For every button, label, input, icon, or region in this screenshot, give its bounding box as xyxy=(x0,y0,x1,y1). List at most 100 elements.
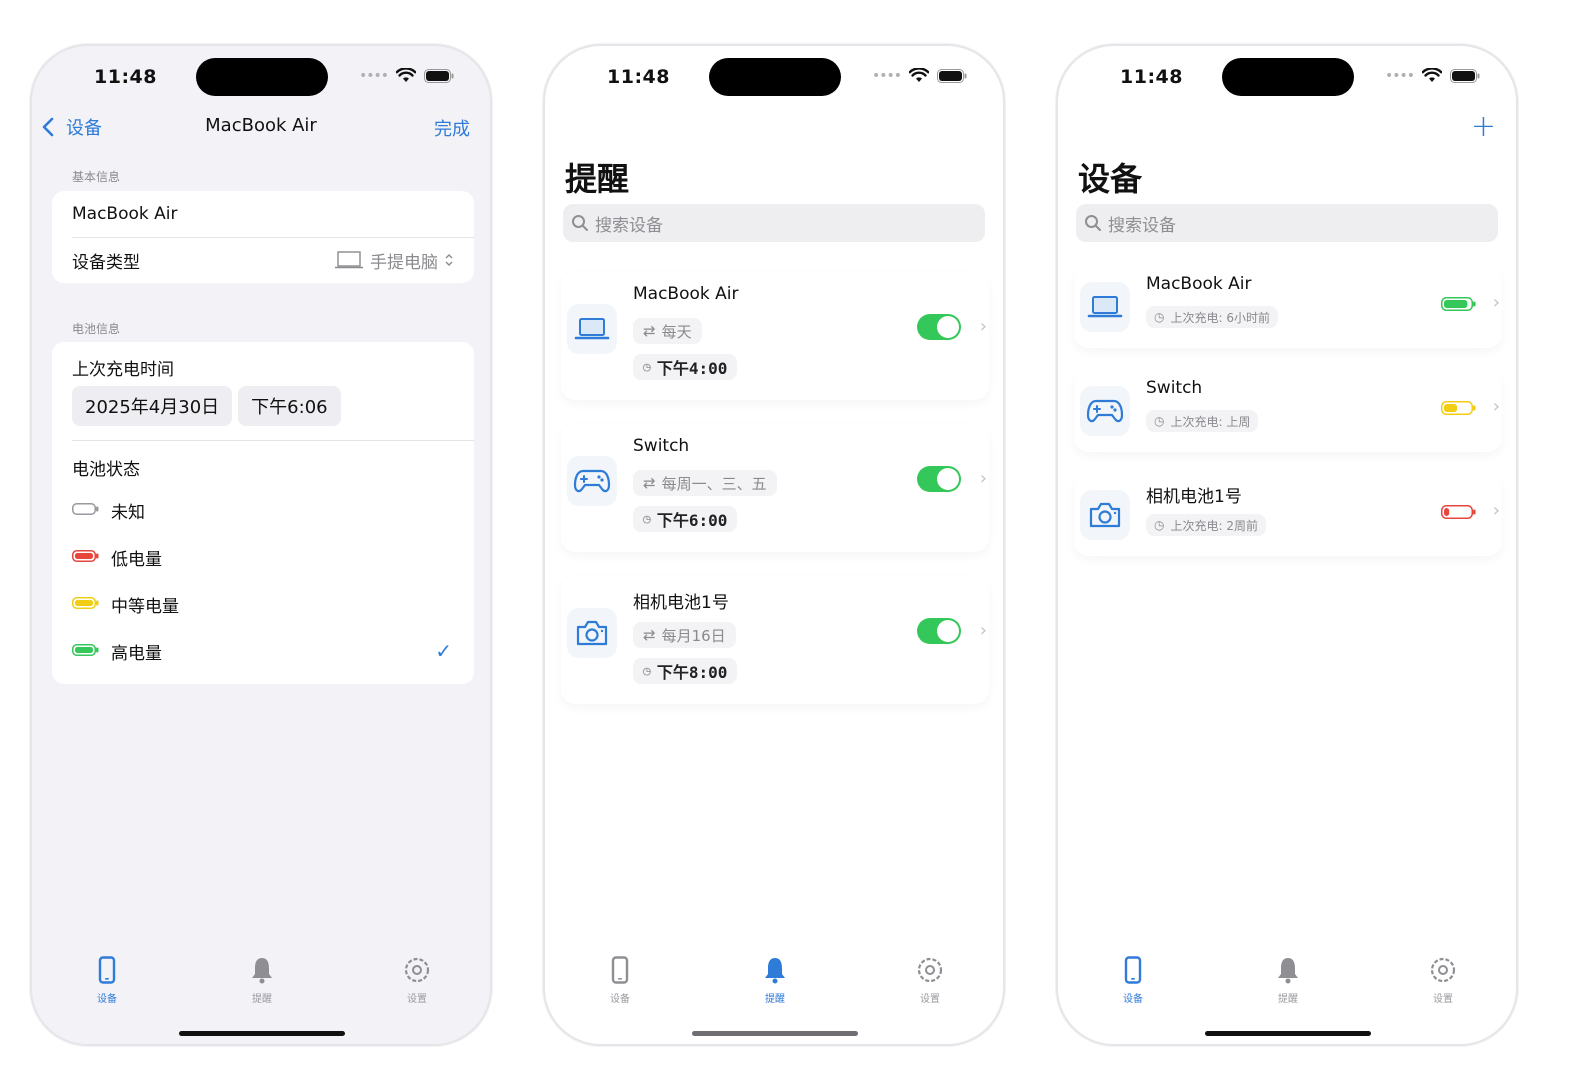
battery-status-icon xyxy=(424,68,454,83)
status-time: 11:48 xyxy=(1120,66,1183,88)
reminder-item[interactable]: Switch ⇄ 每周一、三、五 ◷ 下午6:00 › xyxy=(561,424,989,552)
page-title: 设备 xyxy=(1078,160,1143,198)
gear-icon xyxy=(917,957,943,983)
battery-level-icon xyxy=(1441,504,1476,523)
tab-reminders[interactable]: 提醒 xyxy=(232,956,292,1005)
device-name: MacBook Air xyxy=(1146,274,1252,294)
tab-bar: 设备 提醒 设置 xyxy=(32,956,490,1006)
battery-info-card: 上次充电时间 2025年4月30日 下午6:06 电池状态 未知 低电量 中等电… xyxy=(52,342,474,684)
reminder-toggle[interactable] xyxy=(917,466,961,492)
tab-settings[interactable]: 设置 xyxy=(1413,956,1473,1005)
time-tag: ◷ 下午4:00 xyxy=(633,354,738,380)
search-placeholder: 搜索设备 xyxy=(1108,215,1176,236)
tab-bar: 设备 提醒 设置 xyxy=(1058,956,1516,1006)
add-device-button[interactable]: + xyxy=(1471,112,1496,142)
tab-bar: 设备 提醒 设置 xyxy=(545,956,1003,1006)
gear-icon xyxy=(1430,957,1456,983)
battery-option-label: 中等电量 xyxy=(111,596,179,617)
tab-reminders[interactable]: 提醒 xyxy=(745,956,805,1005)
tab-reminders[interactable]: 提醒 xyxy=(1258,956,1318,1005)
battery-level-icon xyxy=(1441,400,1476,419)
tab-devices[interactable]: 设备 xyxy=(77,956,137,1005)
reminder-device-name: 相机电池1号 xyxy=(633,593,729,613)
reminder-device-name: Switch xyxy=(633,436,690,456)
dynamic-island xyxy=(1222,58,1354,96)
tab-settings[interactable]: 设置 xyxy=(900,956,960,1005)
phone-icon xyxy=(1124,956,1142,984)
reminder-toggle[interactable] xyxy=(917,314,961,340)
time-picker[interactable]: 下午6:06 xyxy=(238,386,341,426)
repeat-tag: ⇄ 每周一、三、五 xyxy=(633,470,777,496)
battery-level-icon xyxy=(72,641,99,661)
gamepad-icon xyxy=(567,456,617,506)
search-input[interactable]: 搜索设备 xyxy=(1076,204,1498,242)
date-picker[interactable]: 2025年4月30日 xyxy=(72,386,233,426)
page-title: 提醒 xyxy=(565,160,630,198)
last-charge-text: 上次充电: 6小时前 xyxy=(1170,310,1270,325)
device-type-picker[interactable]: 手提电脑 xyxy=(334,248,454,273)
search-placeholder: 搜索设备 xyxy=(595,215,663,236)
battery-status-label-text: 电池状态 xyxy=(72,459,140,480)
battery-option-3[interactable]: 高电量 ✓ xyxy=(72,631,474,671)
search-input[interactable]: 搜索设备 xyxy=(563,204,985,242)
clock-icon: ◷ xyxy=(1154,310,1165,324)
repeat-icon: ⇄ xyxy=(643,322,656,340)
bell-icon xyxy=(1278,958,1298,984)
laptop-icon xyxy=(567,304,617,354)
battery-option-label: 高电量 xyxy=(111,643,162,664)
search-icon xyxy=(1085,215,1101,231)
phone-reminders: 11:48 •••• 提醒 搜索设备 MacBook Air ⇄ 每天 ◷ 下午… xyxy=(543,44,1005,1046)
signal-icon: •••• xyxy=(1384,67,1415,84)
battery-option-2[interactable]: 中等电量 xyxy=(72,584,474,624)
repeat-icon: ⇄ xyxy=(643,474,656,492)
battery-status-icon xyxy=(1450,68,1480,83)
camera-icon xyxy=(567,608,617,658)
done-button[interactable]: 完成 xyxy=(434,115,470,141)
search-icon xyxy=(572,215,588,231)
tab-devices[interactable]: 设备 xyxy=(1103,956,1163,1005)
battery-option-1[interactable]: 低电量 xyxy=(72,537,474,577)
reminder-item[interactable]: 相机电池1号 ⇄ 每月16日 ◷ 下午8:00 › xyxy=(561,576,989,704)
clock-icon: ◷ xyxy=(643,663,651,679)
device-item[interactable]: 相机电池1号 ◷ 上次充电: 2周前 › xyxy=(1074,476,1502,556)
status-time: 11:48 xyxy=(607,66,670,88)
last-charge-tag: ◷ 上次充电: 6小时前 xyxy=(1146,306,1278,328)
battery-level-icon xyxy=(72,500,99,520)
reminder-toggle[interactable] xyxy=(917,618,961,644)
tab-devices[interactable]: 设备 xyxy=(590,956,650,1005)
dynamic-island xyxy=(709,58,841,96)
battery-option-0[interactable]: 未知 xyxy=(72,490,474,530)
status-time: 11:48 xyxy=(94,66,157,88)
reminder-item[interactable]: MacBook Air ⇄ 每天 ◷ 下午4:00 › xyxy=(561,272,989,400)
tab-settings[interactable]: 设置 xyxy=(387,956,447,1005)
tab-label: 提醒 xyxy=(252,994,272,1005)
repeat-icon: ⇄ xyxy=(643,626,656,644)
phone-icon xyxy=(98,956,116,984)
device-name: 相机电池1号 xyxy=(1146,487,1242,507)
tab-label: 设置 xyxy=(920,994,940,1005)
device-type-row[interactable]: 设备类型 手提电脑 xyxy=(72,237,454,283)
device-name-value: MacBook Air xyxy=(72,204,178,224)
status-icons: •••• xyxy=(1385,68,1480,83)
device-item[interactable]: MacBook Air ◷ 上次充电: 6小时前 › xyxy=(1074,268,1502,348)
reminder-time: 下午6:00 xyxy=(656,511,728,530)
device-name-field[interactable]: MacBook Air xyxy=(72,191,474,237)
device-type-label: 设备类型 xyxy=(72,252,140,273)
signal-icon: •••• xyxy=(871,67,902,84)
clock-icon: ◷ xyxy=(1154,414,1165,428)
last-charge-tag: ◷ 上次充电: 上周 xyxy=(1146,410,1259,432)
battery-level-icon xyxy=(72,594,99,614)
bell-icon xyxy=(765,958,785,984)
chevron-right-icon: › xyxy=(1492,396,1500,417)
chevron-right-icon: › xyxy=(979,620,987,641)
time-tag: ◷ 下午6:00 xyxy=(633,506,738,532)
repeat-text: 每周一、三、五 xyxy=(661,474,767,493)
device-item[interactable]: Switch ◷ 上次充电: 上周 › xyxy=(1074,372,1502,452)
phone-edit-device: 11:48 •••• 设备 MacBook Air 完成 基本信息 MacBoo… xyxy=(30,44,492,1046)
signal-icon: •••• xyxy=(358,67,389,84)
repeat-text: 每天 xyxy=(661,322,692,341)
last-charge-tag: ◷ 上次充电: 2周前 xyxy=(1146,514,1266,536)
chevron-right-icon: › xyxy=(1492,500,1500,521)
reminder-time: 下午4:00 xyxy=(656,359,728,378)
tab-label: 设置 xyxy=(1433,994,1453,1005)
